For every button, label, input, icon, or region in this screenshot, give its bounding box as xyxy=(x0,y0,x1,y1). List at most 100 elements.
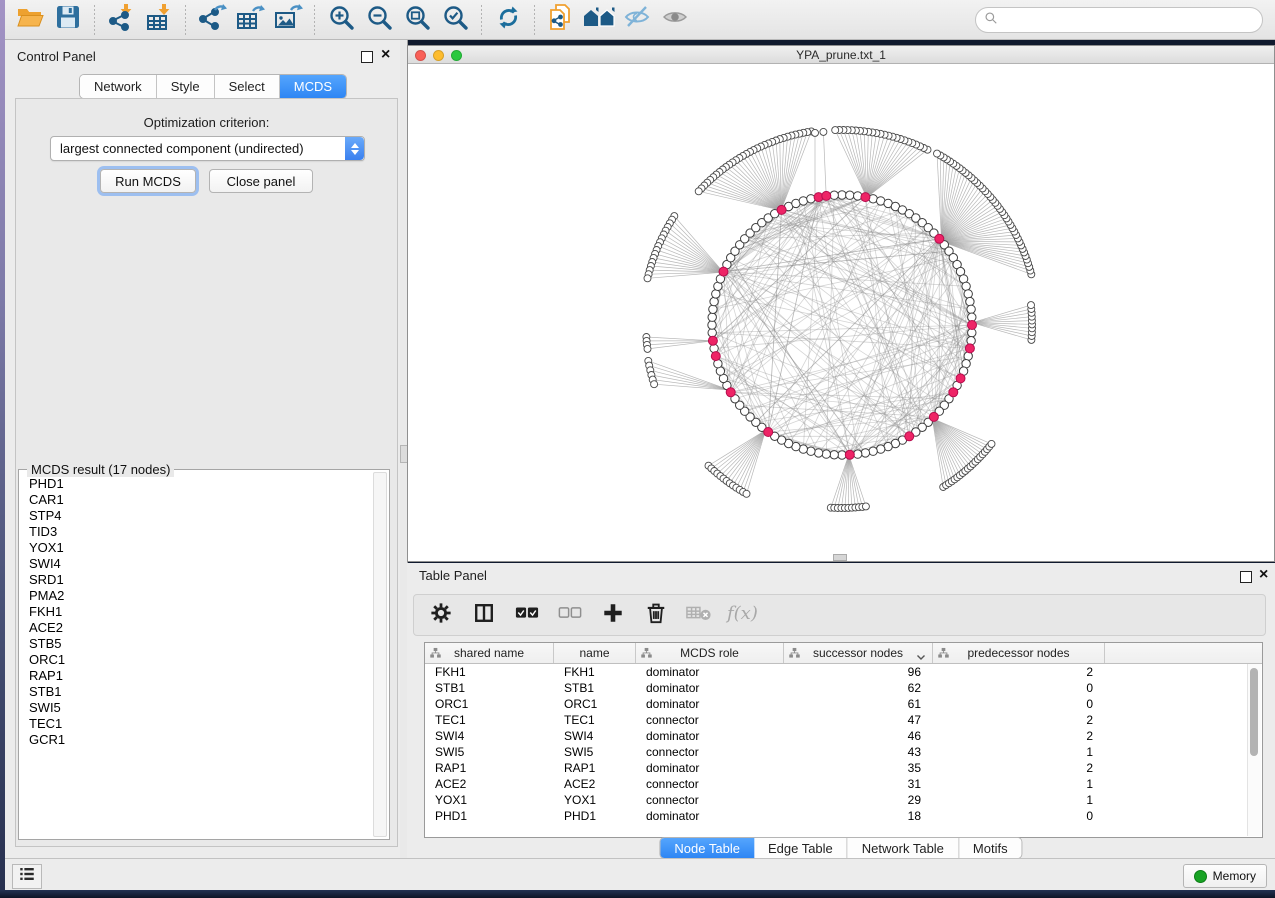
search-field[interactable] xyxy=(975,7,1263,33)
settings-button[interactable] xyxy=(428,602,454,628)
ring-node[interactable] xyxy=(708,321,716,329)
mcds-result-item[interactable]: STB1 xyxy=(29,684,373,700)
criterion-dropdown[interactable]: largest connected component (undirected) xyxy=(50,136,365,161)
import-table-button[interactable] xyxy=(142,4,176,36)
tab-select[interactable]: Select xyxy=(215,75,280,98)
table-row[interactable]: FKH1FKH1dominator962 xyxy=(425,664,1262,680)
ring-node[interactable] xyxy=(708,313,716,321)
leaf-node[interactable] xyxy=(743,490,750,497)
mcds-result-item[interactable]: GCR1 xyxy=(29,732,373,748)
ring-node[interactable] xyxy=(710,297,718,305)
mcds-result-item[interactable]: PHD1 xyxy=(29,476,373,492)
ring-node[interactable] xyxy=(830,191,838,199)
add-column-button[interactable] xyxy=(600,602,626,628)
open-file-button[interactable] xyxy=(13,4,47,36)
hide-selected-button[interactable] xyxy=(620,4,654,36)
mcds-hub-node[interactable] xyxy=(708,336,717,345)
mcds-hub-node[interactable] xyxy=(905,432,914,441)
table-row[interactable]: SWI5SWI5connector431 xyxy=(425,744,1262,760)
table-scrollbar[interactable] xyxy=(1247,664,1261,836)
table-tab-node-table[interactable]: Node Table xyxy=(660,838,754,858)
mcds-hub-node[interactable] xyxy=(861,193,870,202)
table-tab-network-table[interactable]: Network Table xyxy=(848,838,959,858)
mcds-result-item[interactable]: SRD1 xyxy=(29,572,373,588)
table-tab-edge-table[interactable]: Edge Table xyxy=(754,838,848,858)
zoom-selected-button[interactable] xyxy=(438,4,472,36)
column-header-predecessor-nodes[interactable]: predecessor nodes xyxy=(933,643,1105,663)
table-scrollbar-thumb[interactable] xyxy=(1250,668,1258,756)
close-panel-icon[interactable]: × xyxy=(381,49,390,61)
refresh-view-button[interactable] xyxy=(491,4,525,36)
mcds-result-item[interactable]: ACE2 xyxy=(29,620,373,636)
table-row[interactable]: ACE2ACE2connector311 xyxy=(425,776,1262,792)
network-canvas[interactable] xyxy=(408,64,1274,561)
ring-node[interactable] xyxy=(708,329,716,337)
tab-style[interactable]: Style xyxy=(157,75,215,98)
mcds-result-item[interactable]: CAR1 xyxy=(29,492,373,508)
leaf-node[interactable] xyxy=(832,127,839,134)
leaf-node[interactable] xyxy=(644,345,651,352)
ring-node[interactable] xyxy=(807,447,815,455)
ring-node[interactable] xyxy=(861,449,869,457)
ring-node[interactable] xyxy=(869,447,877,455)
delete-column-button[interactable] xyxy=(643,602,669,628)
table-row[interactable]: RAP1RAP1dominator352 xyxy=(425,760,1262,776)
table-row[interactable]: YOX1YOX1connector291 xyxy=(425,792,1262,808)
leaf-node[interactable] xyxy=(644,275,651,282)
leaf-node[interactable] xyxy=(820,128,827,135)
tab-network[interactable]: Network xyxy=(80,75,157,98)
close-table-panel-icon[interactable]: × xyxy=(1259,569,1268,581)
column-header-successor-nodes[interactable]: successor nodes xyxy=(784,643,933,663)
mcds-hub-node[interactable] xyxy=(777,205,786,214)
import-network-button[interactable] xyxy=(104,4,138,36)
ring-node[interactable] xyxy=(964,290,972,298)
first-neighbors-button[interactable] xyxy=(582,4,616,36)
table-row[interactable]: ORC1ORC1dominator610 xyxy=(425,696,1262,712)
search-input[interactable] xyxy=(1004,12,1254,29)
memory-button[interactable]: Memory xyxy=(1183,864,1267,888)
zoom-out-button[interactable] xyxy=(362,4,396,36)
split-panel-button[interactable] xyxy=(471,602,497,628)
mcds-result-item[interactable]: SWI4 xyxy=(29,556,373,572)
table-row[interactable]: PHD1PHD1dominator180 xyxy=(425,808,1262,824)
mcds-result-item[interactable]: STB5 xyxy=(29,636,373,652)
save-session-button[interactable] xyxy=(51,4,85,36)
mcds-result-item[interactable]: RAP1 xyxy=(29,668,373,684)
show-all-button[interactable] xyxy=(658,4,692,36)
table-row[interactable]: STB1STB1dominator620 xyxy=(425,680,1262,696)
mcds-hub-node[interactable] xyxy=(965,344,974,353)
table-row[interactable]: SWI4SWI4dominator462 xyxy=(425,728,1262,744)
leaf-node[interactable] xyxy=(988,440,995,447)
run-mcds-button[interactable]: Run MCDS xyxy=(100,169,196,193)
close-panel-button[interactable]: Close panel xyxy=(209,169,313,193)
mcds-hub-node[interactable] xyxy=(711,352,720,361)
mcds-result-item[interactable]: STP4 xyxy=(29,508,373,524)
ring-node[interactable] xyxy=(966,297,974,305)
mcds-result-item[interactable]: TID3 xyxy=(29,524,373,540)
mcds-hub-node[interactable] xyxy=(935,234,944,243)
leaf-node[interactable] xyxy=(1028,302,1035,309)
deselect-all-button[interactable] xyxy=(557,602,583,628)
panel-menu-button[interactable] xyxy=(12,864,42,889)
ring-node[interactable] xyxy=(822,450,830,458)
ring-node[interactable] xyxy=(967,305,975,313)
mcds-hub-node[interactable] xyxy=(968,321,977,330)
ring-node[interactable] xyxy=(846,191,854,199)
mcds-result-item[interactable]: YOX1 xyxy=(29,540,373,556)
ring-node[interactable] xyxy=(712,290,720,298)
network-graph[interactable] xyxy=(408,64,1274,561)
mcds-hub-node[interactable] xyxy=(845,450,854,459)
mcds-hub-node[interactable] xyxy=(822,191,831,200)
mcds-result-item[interactable]: ORC1 xyxy=(29,652,373,668)
ring-node[interactable] xyxy=(877,445,885,453)
mcds-hub-node[interactable] xyxy=(726,388,735,397)
duplicate-network-button[interactable] xyxy=(544,4,578,36)
export-image-button[interactable] xyxy=(271,4,305,36)
mcds-list-scrollbar[interactable] xyxy=(373,472,387,837)
mcds-hub-node[interactable] xyxy=(719,267,728,276)
tab-mcds[interactable]: MCDS xyxy=(280,75,346,98)
mcds-result-item[interactable]: SWI5 xyxy=(29,700,373,716)
mcds-hub-node[interactable] xyxy=(764,428,773,437)
table-tab-motifs[interactable]: Motifs xyxy=(959,838,1022,858)
ring-node[interactable] xyxy=(962,282,970,290)
